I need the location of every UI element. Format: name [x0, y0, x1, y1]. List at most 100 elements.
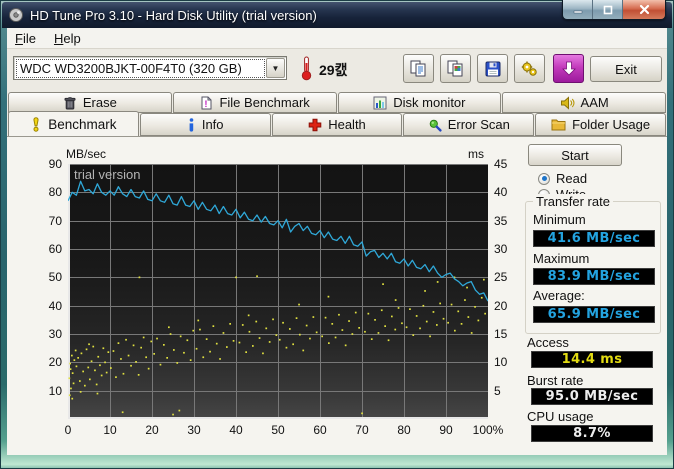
exit-button[interactable]: Exit: [590, 56, 662, 82]
y-tick-label: 15: [494, 327, 508, 341]
x-tick-label: 50: [271, 423, 285, 437]
svg-text:!: !: [205, 99, 208, 110]
tab-file-benchmark[interactable]: ! File Benchmark: [172, 92, 337, 113]
y-tick-label: 40: [494, 185, 508, 200]
copy-image-icon: [447, 60, 463, 77]
download-update-button[interactable]: [553, 54, 584, 83]
tab-disk-monitor[interactable]: Disk monitor: [337, 92, 502, 113]
options-button[interactable]: [514, 54, 545, 83]
copy-text-icon: [410, 60, 426, 77]
y-tick-label: 20: [48, 355, 62, 370]
cpu-usage-label: CPU usage: [527, 409, 594, 424]
maximum-label: Maximum: [533, 251, 590, 266]
trial-watermark: trial version: [74, 167, 141, 182]
tab-info[interactable]: Info: [139, 113, 271, 136]
y-tick-label: 50: [48, 270, 62, 285]
maximize-icon: [603, 5, 612, 14]
caption-button-group: [562, 0, 666, 20]
y-tick-label: 5: [494, 383, 501, 398]
y-tick-label: 25: [494, 270, 508, 285]
drive-select-value: WDC WD3200BJKT-00F4T0 (320 GB): [16, 58, 265, 78]
tab-aam[interactable]: AAM: [502, 92, 666, 113]
tab-folder-usage[interactable]: Folder Usage: [535, 113, 666, 136]
menu-bar: File Help: [7, 28, 667, 49]
chart-plot-area: [68, 164, 488, 419]
tab-label: File Benchmark: [219, 95, 310, 110]
menu-file[interactable]: File: [15, 31, 36, 46]
y-tick-label: 10: [48, 383, 62, 398]
maximize-button[interactable]: [593, 0, 623, 19]
copy-text-button[interactable]: [403, 54, 434, 83]
burst-rate-label: Burst rate: [527, 373, 584, 388]
tab-error-scan[interactable]: Error Scan: [403, 113, 535, 136]
right-axis-ticks: 45 40 35 30 25 20 15 10 5: [494, 157, 520, 419]
y-tick-label: 20: [494, 298, 508, 313]
download-arrow-icon: [561, 61, 576, 76]
x-tick-label: 100%: [472, 423, 504, 437]
info-icon: [189, 117, 194, 132]
x-tick-label: 40: [229, 423, 243, 437]
copy-image-button[interactable]: [440, 54, 471, 83]
app-icon: [9, 8, 23, 22]
minimum-label: Minimum: [533, 212, 586, 227]
y-tick-label: 30: [494, 242, 508, 256]
tab-label: Erase: [82, 95, 117, 110]
minimum-value: 41.6 MB/sec: [533, 230, 655, 247]
save-button[interactable]: [477, 54, 508, 83]
benchmark-page: MB/sec ms trial version 90 80 70 60 50 40 30 20…: [7, 136, 667, 455]
x-tick-label: 30: [187, 423, 201, 437]
tab-label: Folder Usage: [572, 117, 651, 132]
left-axis-ticks: 90 80 70 60 50 40 30 20 10: [36, 157, 62, 419]
health-cross-icon: [308, 118, 322, 131]
access-label: Access: [527, 335, 569, 350]
maximum-value: 83.9 MB/sec: [533, 268, 655, 285]
chevron-down-icon[interactable]: ▼: [266, 58, 285, 78]
cpu-usage-value: 8.7%: [531, 425, 653, 442]
y-tick-label: 10: [494, 355, 508, 370]
read-radio-circle[interactable]: [538, 172, 550, 185]
tab-erase[interactable]: Erase: [8, 92, 172, 113]
x-axis-ticks: 0 10 20 30 40 50 60 70 80 90 100%: [64, 423, 504, 437]
speaker-icon: [560, 95, 575, 110]
minimize-button[interactable]: [563, 0, 593, 19]
x-tick-label: 90: [439, 423, 453, 437]
y-tick-label: 80: [48, 185, 62, 200]
window-title: HD Tune Pro 3.10 - Hard Disk Utility (tr…: [30, 7, 317, 23]
tab-label: AAM: [580, 95, 609, 110]
y-tick-label: 70: [48, 213, 62, 228]
right-axis-title: ms: [468, 147, 484, 161]
x-tick-label: 0: [64, 423, 72, 437]
start-button[interactable]: Start: [528, 144, 622, 166]
y-tick-label: 90: [48, 157, 62, 171]
tab-label: Info: [201, 117, 224, 132]
tab-label: Health: [328, 117, 366, 132]
toolbar: WDC WD3200BJKT-00F4T0 (320 GB) ▼ 29캜 Exi…: [7, 50, 667, 90]
tab-label: Disk monitor: [393, 95, 466, 110]
x-tick-label: 60: [313, 423, 327, 437]
x-tick-label: 70: [355, 423, 369, 437]
burst-rate-value: 95.0 MB/sec: [531, 388, 653, 405]
menu-help[interactable]: Help: [54, 31, 81, 46]
access-value: 14.4 ms: [531, 351, 653, 368]
folder-icon: [551, 119, 566, 131]
tab-benchmark[interactable]: Benchmark: [8, 111, 139, 136]
average-label: Average:: [533, 288, 585, 303]
close-icon: [639, 4, 649, 15]
app-window: HD Tune Pro 3.10 - Hard Disk Utility (tr…: [0, 0, 674, 469]
drive-select[interactable]: WDC WD3200BJKT-00F4T0 (320 GB) ▼: [13, 56, 287, 80]
options-icon: [521, 61, 537, 76]
bar-chart-icon: [373, 96, 387, 109]
y-tick-label: 40: [48, 298, 62, 313]
tab-label: Error Scan: [447, 117, 510, 132]
trash-icon: [64, 96, 76, 109]
x-tick-label: 10: [103, 423, 117, 437]
read-radio[interactable]: Read: [538, 171, 587, 186]
tab-health[interactable]: Health: [271, 113, 403, 136]
x-tick-label: 20: [145, 423, 159, 437]
temperature-value: 29캜: [319, 62, 348, 78]
y-tick-label: 30: [48, 327, 62, 341]
y-tick-label: 60: [48, 242, 62, 256]
y-tick-label: 45: [494, 157, 508, 171]
close-button[interactable]: [623, 0, 665, 19]
read-radio-label: Read: [556, 171, 588, 186]
